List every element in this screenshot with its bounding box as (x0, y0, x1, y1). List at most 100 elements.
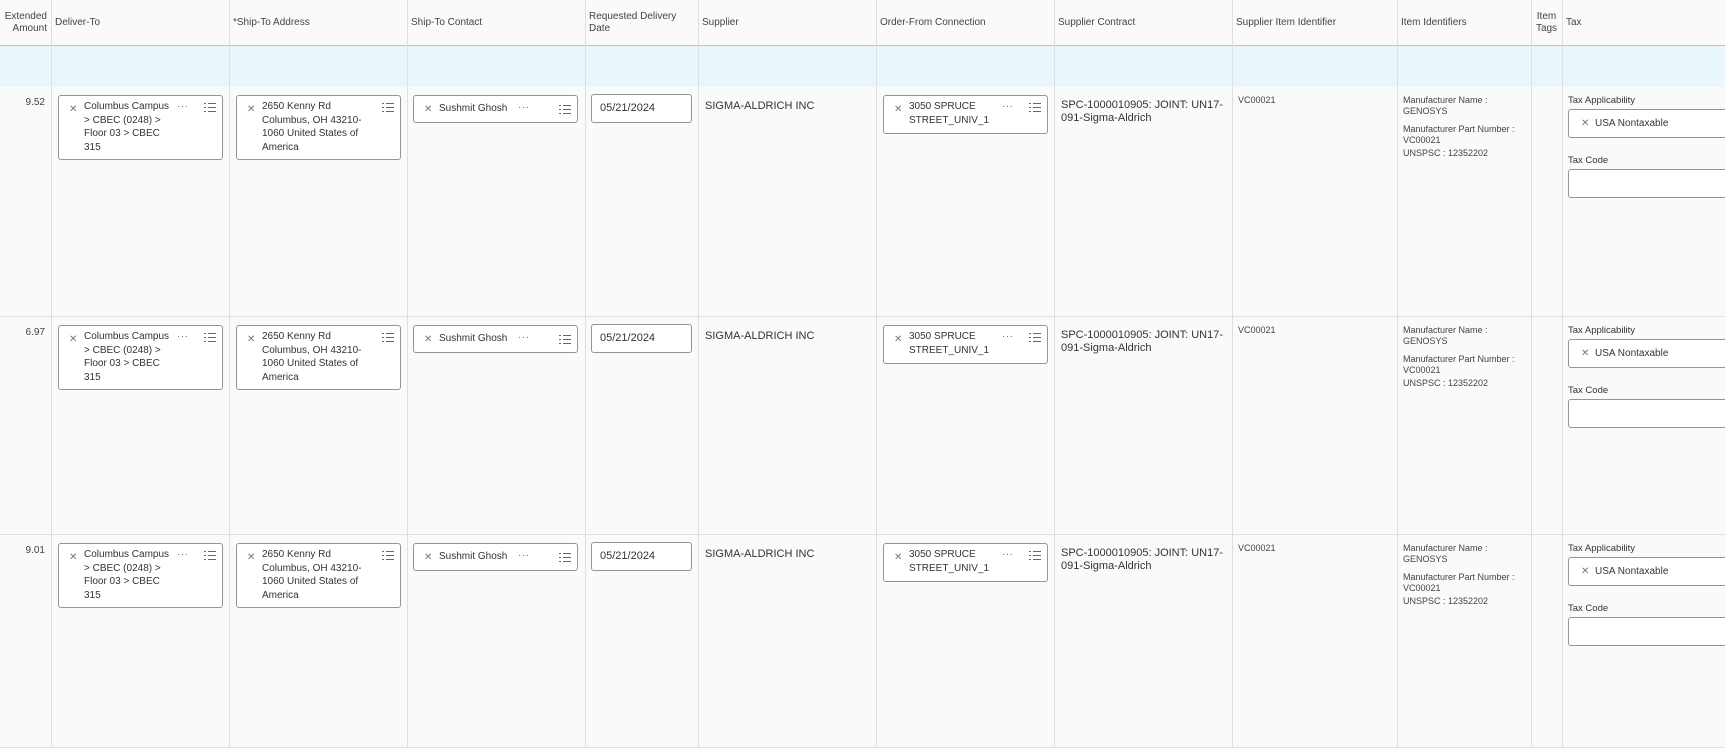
manufacturer-name: Manufacturer Name : GENOSYS (1403, 325, 1488, 346)
deliver-to-field[interactable]: ✕ Columbus Campus > CBEC (0248) > Floor … (58, 543, 223, 608)
order-from-connection-field[interactable]: ✕ 3050 SPRUCE STREET_UNIV_1 ··· (883, 543, 1048, 582)
tax-applicability-label: Tax Applicability (1568, 325, 1636, 336)
more-options-icon[interactable]: ··· (177, 331, 189, 342)
remove-icon[interactable]: ✕ (247, 552, 255, 563)
remove-icon[interactable]: ✕ (69, 104, 77, 115)
supplier-contract-value[interactable]: SPC-1000010905: JOINT: UN17-091-Sigma-Al… (1061, 99, 1226, 125)
column-divider (1562, 0, 1563, 747)
tax-code-label: Tax Code (1568, 155, 1609, 166)
more-options-icon[interactable]: ··· (1002, 101, 1014, 112)
order-from-connection-field[interactable]: ✕ 3050 SPRUCE STREET_UNIV_1 ··· (883, 95, 1048, 134)
tax-applicability-field[interactable]: ✕ USA Nontaxable (1568, 557, 1725, 586)
col-header-deliver-to[interactable]: Deliver-To (51, 0, 229, 45)
table-row: 6.97 ✕ Columbus Campus > CBEC (0248) > F… (0, 317, 1725, 535)
ship-to-contact-value: Sushmit Ghosh (439, 551, 508, 562)
delivery-date-value: 05/21/2024 (600, 102, 656, 114)
deliver-to-field[interactable]: ✕ Columbus Campus > CBEC (0248) > Floor … (58, 325, 223, 390)
col-header-requested-delivery-date[interactable]: Requested Delivery Date (585, 0, 698, 45)
manufacturer-part-number: Manufacturer Part Number : VC00021 (1403, 572, 1515, 593)
more-options-icon[interactable]: ··· (1002, 331, 1014, 342)
column-divider (1397, 0, 1398, 747)
col-header-item-tags[interactable]: Item Tags (1531, 0, 1562, 45)
col-header-ship-to-contact[interactable]: Ship-To Contact (407, 0, 585, 45)
ship-to-address-value: 2650 Kenny Rd Columbus, OH 43210-1060 Un… (262, 549, 362, 601)
remove-icon[interactable]: ✕ (894, 334, 902, 345)
remove-icon[interactable]: ✕ (1581, 118, 1589, 129)
extended-amount: 9.01 (25, 545, 45, 556)
col-header-item-identifiers[interactable]: Item Identifiers (1397, 0, 1531, 45)
tax-applicability-value: USA Nontaxable (1595, 348, 1669, 359)
more-options-icon[interactable]: ··· (518, 550, 530, 561)
list-prompt-icon[interactable] (382, 103, 394, 113)
remove-icon[interactable]: ✕ (894, 104, 902, 115)
col-header-extended-amount[interactable]: Extended Amount (0, 0, 51, 45)
tax-code-input[interactable] (1568, 169, 1725, 198)
ship-to-address-field[interactable]: ✕ 2650 Kenny Rd Columbus, OH 43210-1060 … (236, 543, 401, 608)
remove-icon[interactable]: ✕ (1581, 348, 1589, 359)
more-options-icon[interactable]: ··· (518, 102, 530, 113)
deliver-to-field[interactable]: ✕ Columbus Campus > CBEC (0248) > Floor … (58, 95, 223, 160)
supplier-contract-value[interactable]: SPC-1000010905: JOINT: UN17-091-Sigma-Al… (1061, 329, 1226, 355)
remove-icon[interactable]: ✕ (424, 552, 432, 563)
remove-icon[interactable]: ✕ (247, 334, 255, 345)
remove-icon[interactable]: ✕ (1581, 566, 1589, 577)
col-header-supplier-contract[interactable]: Supplier Contract (1054, 0, 1232, 45)
list-prompt-icon[interactable] (382, 333, 394, 343)
more-options-icon[interactable]: ··· (1002, 549, 1014, 560)
list-prompt-icon[interactable] (1029, 551, 1041, 561)
col-header-order-from-connection[interactable]: Order-From Connection (876, 0, 1054, 45)
order-from-connection-field[interactable]: ✕ 3050 SPRUCE STREET_UNIV_1 ··· (883, 325, 1048, 364)
remove-icon[interactable]: ✕ (424, 104, 432, 115)
unspsc-code: UNSPSC : 12352202 (1403, 148, 1489, 158)
deliver-to-value: Columbus Campus > CBEC (0248) > Floor 03… (84, 101, 170, 153)
tax-applicability-field[interactable]: ✕ USA Nontaxable (1568, 339, 1725, 368)
list-prompt-icon[interactable] (559, 105, 571, 115)
list-prompt-icon[interactable] (204, 551, 216, 561)
delivery-date-input[interactable]: 05/21/2024 (591, 324, 692, 353)
ship-to-contact-field[interactable]: ✕ Sushmit Ghosh ··· (413, 543, 578, 571)
ship-to-contact-value: Sushmit Ghosh (439, 103, 508, 114)
col-header-tax[interactable]: Tax (1562, 0, 1725, 45)
delivery-date-input[interactable]: 05/21/2024 (591, 542, 692, 571)
list-prompt-icon[interactable] (559, 553, 571, 563)
more-options-icon[interactable]: ··· (177, 101, 189, 112)
list-prompt-icon[interactable] (1029, 103, 1041, 113)
delivery-date-input[interactable]: 05/21/2024 (591, 94, 692, 123)
col-header-supplier-item-identifier[interactable]: Supplier Item Identifier (1232, 0, 1397, 45)
tax-applicability-field[interactable]: ✕ USA Nontaxable (1568, 109, 1725, 138)
remove-icon[interactable]: ✕ (424, 334, 432, 345)
remove-icon[interactable]: ✕ (247, 104, 255, 115)
remove-icon[interactable]: ✕ (69, 334, 77, 345)
supplier-item-identifier-value: VC00021 (1238, 543, 1276, 553)
more-options-icon[interactable]: ··· (177, 549, 189, 560)
ship-to-contact-field[interactable]: ✕ Sushmit Ghosh ··· (413, 325, 578, 353)
tax-applicability-label: Tax Applicability (1568, 543, 1636, 554)
ship-to-contact-value: Sushmit Ghosh (439, 333, 508, 344)
delivery-date-value: 05/21/2024 (600, 332, 656, 344)
tax-code-input[interactable] (1568, 617, 1725, 646)
supplier-value: SIGMA-ALDRICH INC (705, 100, 815, 112)
column-divider (1054, 0, 1055, 747)
extended-amount: 9.52 (25, 97, 45, 108)
ship-to-address-field[interactable]: ✕ 2650 Kenny Rd Columbus, OH 43210-1060 … (236, 95, 401, 160)
tax-code-input[interactable] (1568, 399, 1725, 428)
list-prompt-icon[interactable] (204, 103, 216, 113)
ship-to-contact-field[interactable]: ✕ Sushmit Ghosh ··· (413, 95, 578, 123)
list-prompt-icon[interactable] (1029, 333, 1041, 343)
supplier-contract-value[interactable]: SPC-1000010905: JOINT: UN17-091-Sigma-Al… (1061, 547, 1226, 573)
list-prompt-icon[interactable] (204, 333, 216, 343)
col-header-ship-to-address[interactable]: *Ship-To Address (229, 0, 407, 45)
ship-to-address-field[interactable]: ✕ 2650 Kenny Rd Columbus, OH 43210-1060 … (236, 325, 401, 390)
list-prompt-icon[interactable] (559, 335, 571, 345)
tax-applicability-value: USA Nontaxable (1595, 566, 1669, 577)
list-prompt-icon[interactable] (382, 551, 394, 561)
tax-applicability-value: USA Nontaxable (1595, 118, 1669, 129)
remove-icon[interactable]: ✕ (69, 552, 77, 563)
supplier-value: SIGMA-ALDRICH INC (705, 548, 815, 560)
more-options-icon[interactable]: ··· (518, 332, 530, 343)
remove-icon[interactable]: ✕ (894, 552, 902, 563)
tax-code-label: Tax Code (1568, 603, 1609, 614)
col-header-supplier[interactable]: Supplier (698, 0, 876, 45)
column-divider (229, 0, 230, 747)
manufacturer-part-number: Manufacturer Part Number : VC00021 (1403, 124, 1515, 145)
